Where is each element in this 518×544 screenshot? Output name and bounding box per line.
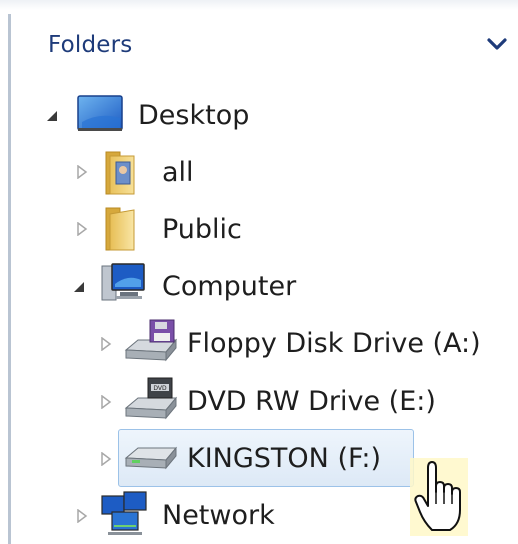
- usb-drive-icon: [124, 446, 178, 470]
- tree-item-label: KINGSTON (F:): [187, 443, 382, 474]
- folders-title: Folders: [48, 32, 133, 58]
- tree-item-label: Computer: [162, 271, 297, 302]
- folders-pane: Folders Desktop all Public Computer Flop…: [0, 0, 518, 544]
- collapsed-arrow-icon[interactable]: [99, 337, 113, 351]
- collapsed-arrow-icon[interactable]: [99, 395, 113, 409]
- collapse-button[interactable]: [482, 30, 512, 60]
- svg-text:DVD: DVD: [153, 385, 167, 392]
- pane-top-edge: [0, 0, 518, 10]
- collapsed-arrow-icon[interactable]: [99, 452, 113, 466]
- tree-item-label: Floppy Disk Drive (A:): [187, 328, 481, 359]
- user-folder-icon: [105, 151, 135, 195]
- tree-item-label: DVD RW Drive (E:): [187, 386, 436, 417]
- expanded-arrow-icon[interactable]: [73, 280, 87, 294]
- network-icon: [101, 491, 147, 535]
- computer-icon: [101, 263, 145, 301]
- tree-item-label: Desktop: [138, 100, 250, 131]
- collapsed-arrow-icon[interactable]: [75, 165, 89, 179]
- tree-item-label: Network: [162, 500, 275, 531]
- expanded-arrow-icon[interactable]: [46, 109, 60, 123]
- desktop-icon: [77, 95, 123, 131]
- folder-icon: [105, 207, 135, 251]
- collapsed-arrow-icon[interactable]: [75, 222, 89, 236]
- tree-item-label: all: [162, 157, 194, 188]
- pane-left-border: [8, 14, 11, 544]
- dvd-drive-icon: DVD: [124, 377, 178, 420]
- chevron-down-icon: [487, 38, 507, 50]
- tree-item-label: Public: [162, 214, 242, 245]
- collapsed-arrow-icon[interactable]: [75, 509, 89, 523]
- hand-pointer-icon: [414, 461, 461, 531]
- folders-header[interactable]: Folders: [12, 22, 518, 72]
- floppy-drive-icon: [124, 319, 178, 362]
